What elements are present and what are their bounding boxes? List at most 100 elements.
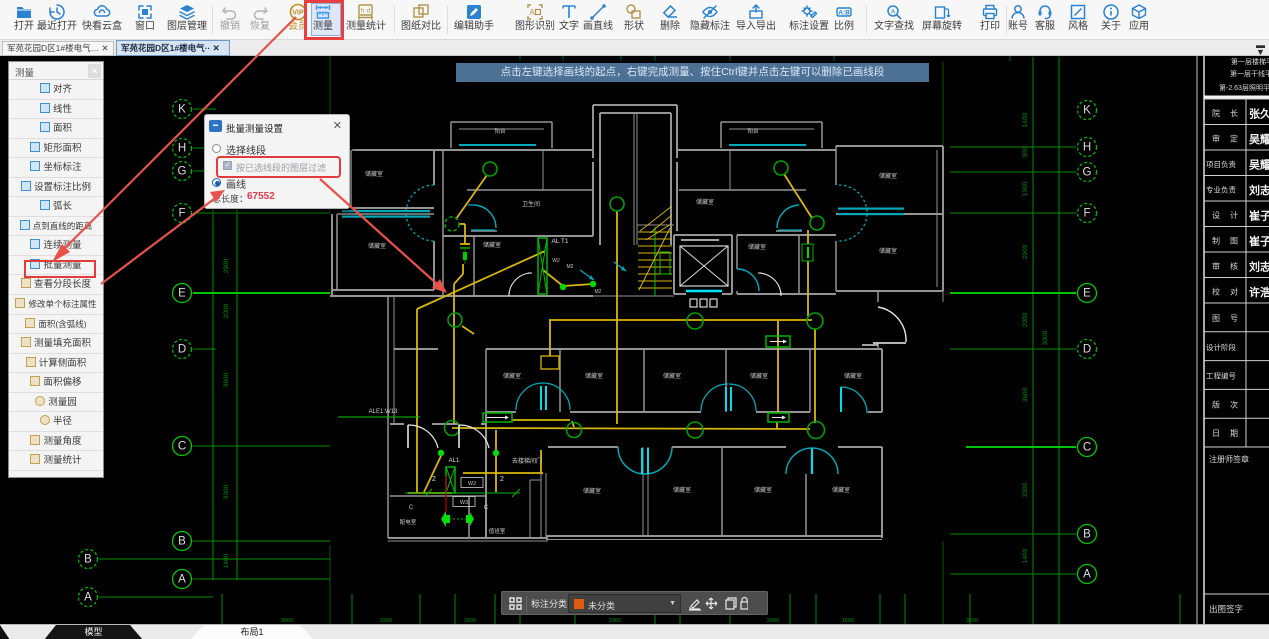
svg-text:定: 定 [1230, 134, 1238, 144]
svg-text:号: 号 [1230, 314, 1238, 323]
svg-text:储藏室: 储藏室 [832, 486, 850, 494]
svg-text:D: D [1083, 344, 1091, 356]
svg-text:W2: W2 [552, 258, 560, 264]
svg-text:第一层楼梯平面: 第一层楼梯平面 [1231, 57, 1269, 66]
svg-text:3300: 3300 [223, 484, 230, 499]
svg-text:去楼梯间门: 去楼梯间门 [512, 457, 542, 465]
svg-text:B: B [1083, 529, 1091, 541]
svg-text:储藏室: 储藏室 [663, 372, 681, 380]
svg-text:A: A [891, 9, 896, 16]
svg-text:第-2.63层照明平面: 第-2.63层照明平面 [1219, 83, 1269, 92]
svg-text:F: F [178, 208, 185, 220]
svg-text:核: 核 [1230, 261, 1238, 271]
svg-text:K: K [1083, 105, 1091, 117]
svg-text:审: 审 [1212, 261, 1220, 271]
svg-text:储藏室: 储藏室 [844, 372, 862, 380]
svg-text:D: D [178, 344, 186, 356]
svg-text:项目负责: 项目负责 [1206, 159, 1236, 169]
svg-text:AL T1: AL T1 [552, 238, 569, 245]
svg-text:1400: 1400 [223, 553, 230, 568]
svg-text:吴耀: 吴耀 [1249, 158, 1269, 172]
svg-text:A: A [1083, 569, 1091, 581]
svg-text:版: 版 [1212, 399, 1220, 409]
svg-text:储藏室: 储藏室 [748, 243, 766, 251]
svg-text:3000: 3000 [1042, 330, 1049, 345]
svg-text:2: 2 [432, 476, 436, 483]
svg-text:储藏室: 储藏室 [754, 486, 772, 494]
svg-text:阳台: 阳台 [747, 127, 759, 135]
svg-text:审: 审 [1212, 134, 1220, 144]
svg-text:G: G [178, 166, 187, 178]
svg-text:3600: 3600 [1022, 387, 1029, 402]
svg-text:C: C [409, 505, 414, 511]
svg-text:储藏室: 储藏室 [583, 487, 601, 495]
svg-text:2900: 2900 [223, 258, 230, 273]
svg-text:E: E [1083, 288, 1091, 300]
svg-text:注册师签章: 注册师签章 [1209, 454, 1249, 464]
svg-text:W3: W3 [460, 500, 468, 506]
svg-text:次: 次 [1230, 399, 1238, 409]
svg-text:刘志: 刘志 [1249, 260, 1269, 274]
svg-text:计: 计 [1230, 210, 1238, 220]
svg-text:设: 设 [1212, 210, 1220, 220]
svg-text:储藏室: 储藏室 [503, 372, 521, 380]
svg-text:校: 校 [1212, 287, 1220, 297]
svg-text:工程编号: 工程编号 [1206, 371, 1236, 381]
svg-text:H: H [178, 143, 186, 155]
svg-text:许浩: 许浩 [1249, 285, 1269, 299]
svg-text:M2: M2 [595, 289, 602, 295]
svg-text:H: H [1083, 142, 1091, 154]
svg-text:储藏室: 储藏室 [365, 170, 383, 178]
svg-text:ALE1:W13: ALE1:W13 [369, 409, 398, 415]
svg-text:2: 2 [500, 476, 504, 483]
svg-text:M2: M2 [567, 264, 574, 270]
svg-text:F: F [1083, 208, 1090, 220]
svg-text:出图签字: 出图签字 [1209, 604, 1243, 614]
svg-text:储藏室: 储藏室 [483, 241, 501, 249]
svg-text:A:B: A:B [838, 10, 850, 17]
svg-text:图: 图 [1230, 237, 1238, 246]
svg-text:储藏室: 储藏室 [368, 242, 386, 250]
svg-text:1500: 1500 [1022, 181, 1029, 196]
svg-text:储藏室: 储藏室 [879, 172, 897, 180]
svg-text:A: A [529, 8, 535, 17]
svg-text:张久: 张久 [1249, 107, 1269, 121]
svg-text:1400: 1400 [1022, 548, 1029, 563]
svg-text:配电室: 配电室 [400, 518, 417, 526]
svg-text:制: 制 [1212, 236, 1220, 246]
svg-text:900: 900 [1022, 146, 1029, 157]
svg-text:2900: 2900 [1022, 244, 1029, 259]
svg-text:卫生间: 卫生间 [522, 200, 540, 208]
svg-text:长: 长 [1230, 108, 1238, 118]
svg-text:B: B [84, 554, 92, 566]
svg-text:吴耀: 吴耀 [1249, 132, 1269, 146]
svg-text:AL1: AL1 [449, 458, 460, 464]
svg-text:2000: 2000 [223, 303, 230, 318]
svg-text:C: C [178, 441, 186, 453]
svg-text:2000: 2000 [1022, 312, 1029, 327]
svg-text:W2: W2 [468, 481, 476, 487]
svg-text:储藏室: 储藏室 [696, 198, 714, 206]
svg-text:1400: 1400 [1022, 112, 1029, 127]
svg-text:G: G [1083, 167, 1092, 179]
svg-text:C: C [484, 505, 489, 511]
svg-text:日: 日 [1212, 429, 1220, 438]
svg-text:储藏室: 储藏室 [750, 372, 768, 380]
svg-text:K: K [178, 104, 186, 116]
svg-text:3300: 3300 [1022, 482, 1029, 497]
svg-text:A: A [178, 574, 186, 586]
svg-text:阳台: 阳台 [494, 127, 506, 135]
svg-text:第一层干线平面: 第一层干线平面 [1230, 69, 1269, 78]
svg-text:E: E [178, 288, 186, 300]
svg-text:院: 院 [1212, 108, 1220, 118]
svg-text:B: B [178, 536, 186, 548]
svg-text:储藏室: 储藏室 [879, 247, 897, 255]
svg-text:崔子: 崔子 [1248, 209, 1269, 223]
svg-text:设计阶段: 设计阶段 [1206, 342, 1236, 352]
svg-text:期: 期 [1230, 429, 1238, 438]
svg-text:值班室: 值班室 [489, 527, 506, 535]
svg-text:图: 图 [1212, 314, 1220, 323]
svg-text:崔子: 崔子 [1248, 234, 1269, 248]
svg-text:刘志: 刘志 [1249, 183, 1269, 197]
svg-text:储藏室: 储藏室 [585, 372, 603, 380]
